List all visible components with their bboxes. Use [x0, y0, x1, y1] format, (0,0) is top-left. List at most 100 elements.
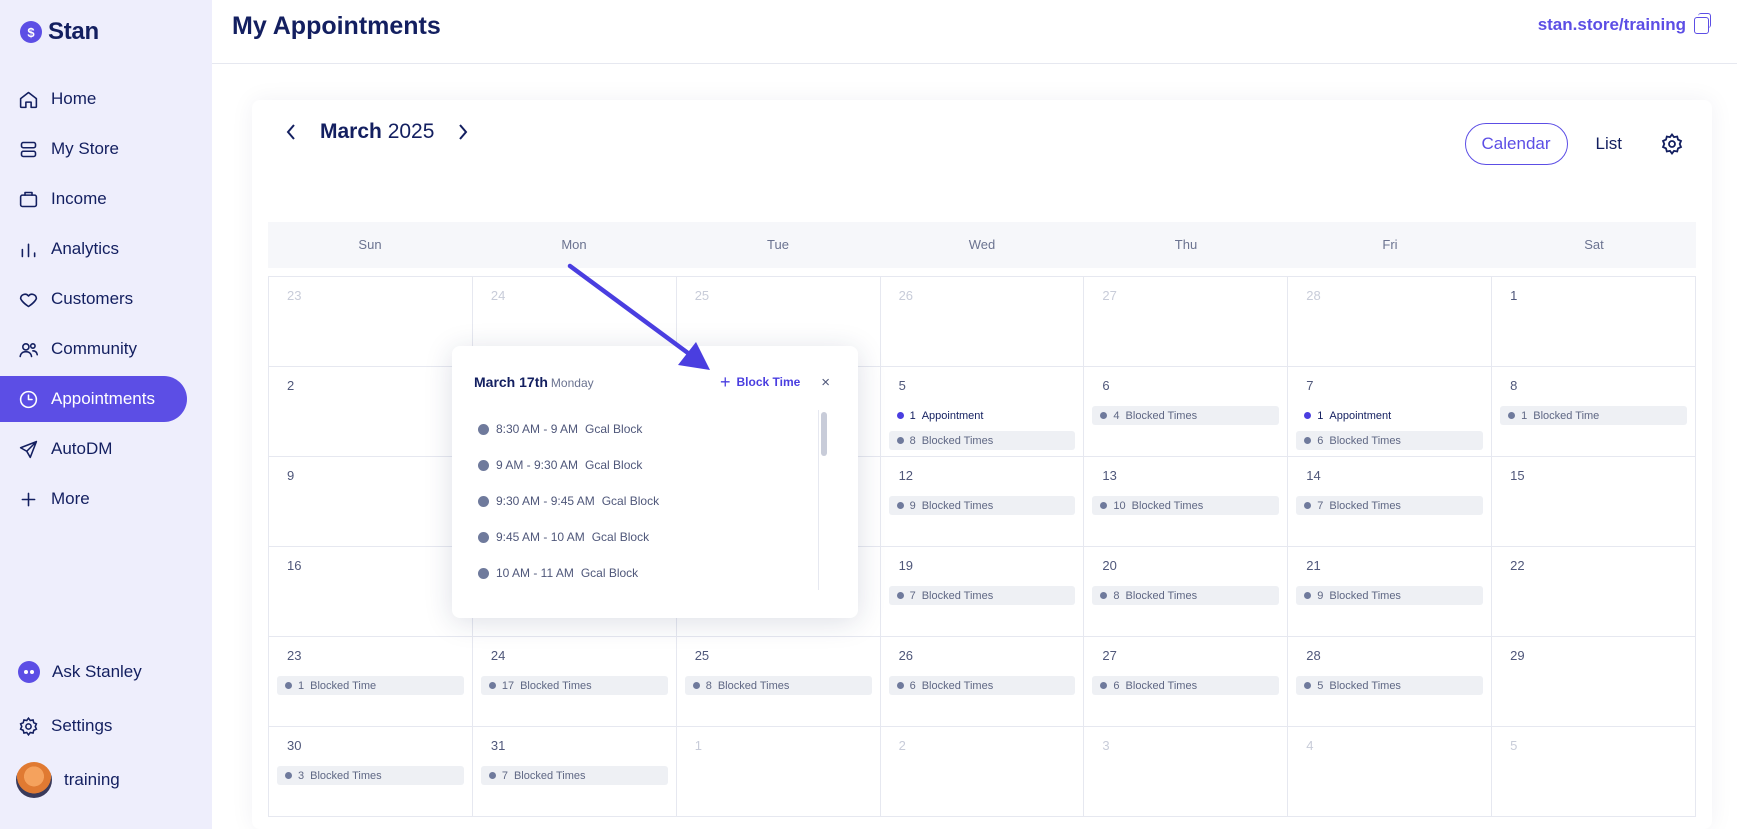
calendar-day-cell[interactable]: 14 7 Blocked Times: [1288, 457, 1493, 547]
settings-nav-item[interactable]: Settings: [0, 704, 212, 748]
sidebar-item-analytics[interactable]: Analytics: [0, 226, 212, 272]
blocked-times-chip[interactable]: 7 Blocked Times: [888, 586, 1076, 605]
status-dot: [896, 682, 904, 689]
blocked-slot-item[interactable]: 8:30 AM - 9 AM Gcal Block: [478, 411, 659, 447]
blocked-times-chip[interactable]: 6 Blocked Times: [1296, 431, 1484, 450]
calendar-settings-gear-icon[interactable]: [1660, 132, 1684, 156]
calendar-day-cell[interactable]: 24 17 Blocked Times: [472, 637, 677, 727]
calendar-day-cell[interactable]: 7 1 Appointment 6 Blocked Times: [1288, 367, 1493, 457]
blocked-times-chip[interactable]: 3 Blocked Times: [277, 766, 464, 785]
calendar-day-cell[interactable]: 21 9 Blocked Times: [1288, 547, 1493, 637]
calendar-day-cell[interactable]: 5: [1492, 727, 1696, 817]
calendar-day-cell[interactable]: 13 10 Blocked Times: [1084, 457, 1289, 547]
calendar-day-cell[interactable]: 27 6 Blocked Times: [1084, 637, 1289, 727]
sidebar-item-income[interactable]: Income: [0, 176, 212, 222]
blocked-times-chip[interactable]: 9 Blocked Times: [1296, 586, 1484, 605]
status-dot: [1304, 682, 1312, 689]
block-time-button[interactable]: + Block Time: [720, 373, 800, 391]
event-count: 7: [501, 769, 508, 782]
next-month-button[interactable]: [452, 121, 474, 143]
blocked-times-chip[interactable]: 6 Blocked Times: [888, 676, 1076, 695]
blocked-times-chip[interactable]: 1 Blocked Time: [277, 676, 464, 695]
blocked-times-chip[interactable]: 7 Blocked Times: [1296, 496, 1484, 515]
calendar-day-cell[interactable]: 31 7 Blocked Times: [472, 727, 677, 817]
calendar-day-cell[interactable]: 28: [1288, 277, 1493, 367]
blocked-times-chip[interactable]: 8 Blocked Times: [1092, 586, 1280, 605]
calendar-day-cell[interactable]: 27: [1084, 277, 1289, 367]
event-label: Blocked Times: [310, 769, 382, 782]
calendar-day-cell[interactable]: 8 1 Blocked Time: [1492, 367, 1696, 457]
blocked-times-chip[interactable]: 8 Blocked Times: [684, 676, 872, 695]
store-link[interactable]: stan.store/training: [1538, 12, 1711, 35]
blocked-times-chip[interactable]: 9 Blocked Times: [888, 496, 1076, 515]
calendar-day-cell[interactable]: 12 9 Blocked Times: [880, 457, 1085, 547]
calendar-day-cell[interactable]: 19 7 Blocked Times: [880, 547, 1085, 637]
calendar-day-cell[interactable]: 29: [1492, 637, 1696, 727]
calendar-day-cell[interactable]: 23 1 Blocked Time: [269, 637, 473, 727]
slot-time: 9 AM - 9:30 AM: [496, 458, 579, 472]
prev-month-button[interactable]: [280, 121, 302, 143]
sidebar-item-customers[interactable]: Customers: [0, 276, 212, 322]
blocked-slot-item[interactable]: 10 AM - 11 AM Gcal Block: [478, 555, 659, 591]
calendar-day-cell[interactable]: 9: [269, 457, 473, 547]
status-dot: [1304, 502, 1312, 509]
blocked-slot-item[interactable]: 9 AM - 9:30 AM Gcal Block: [478, 447, 659, 483]
blocked-times-chip[interactable]: 17 Blocked Times: [480, 676, 668, 695]
status-dot: [285, 682, 292, 689]
sidebar-item-my-store[interactable]: My Store: [0, 126, 212, 172]
day-number: 24: [490, 288, 506, 303]
calendar-day-cell[interactable]: 26: [880, 277, 1085, 367]
avatar: [16, 762, 52, 798]
sidebar-item-community[interactable]: Community: [0, 326, 212, 372]
brand[interactable]: $ Stan: [20, 18, 99, 46]
bar-chart-icon: [21, 242, 36, 257]
calendar-day-cell[interactable]: 23: [269, 277, 473, 367]
popover-title: March 17th Monday: [474, 374, 594, 390]
calendar-day-cell[interactable]: 2: [269, 367, 473, 457]
calendar-day-cell[interactable]: 3: [1084, 727, 1289, 817]
ask-stanley-button[interactable]: Ask Stanley: [0, 650, 212, 694]
blocked-times-chip[interactable]: 6 Blocked Times: [1092, 676, 1280, 695]
blocked-slot-item[interactable]: 9:30 AM - 9:45 AM Gcal Block: [478, 483, 659, 519]
copy-icon[interactable]: [1694, 12, 1711, 34]
calendar-day-cell[interactable]: 6 4 Blocked Times: [1084, 367, 1289, 457]
popover-scrollbar[interactable]: [818, 410, 828, 590]
sidebar-item-home[interactable]: Home: [0, 76, 212, 122]
calendar-day-cell[interactable]: 5 1 Appointment 8 Blocked Times: [880, 367, 1085, 457]
sidebar-item-autodm[interactable]: AutoDM: [0, 426, 212, 472]
list-view-button[interactable]: List: [1584, 134, 1634, 154]
calendar-day-cell[interactable]: 30 3 Blocked Times: [269, 727, 473, 817]
blocked-times-chip[interactable]: 1 Blocked Time: [1500, 406, 1687, 425]
calendar-day-cell[interactable]: 26 6 Blocked Times: [880, 637, 1085, 727]
wallet-icon: [19, 191, 38, 207]
calendar-day-cell[interactable]: 28 5 Blocked Times: [1288, 637, 1493, 727]
calendar-day-cell[interactable]: 1: [676, 727, 881, 817]
popover-scrollbar-thumb[interactable]: [821, 412, 827, 456]
calendar-day-cell[interactable]: 1: [1492, 277, 1696, 367]
calendar-day-cell[interactable]: 4: [1288, 727, 1493, 817]
sidebar-item-appointments[interactable]: Appointments: [0, 376, 187, 422]
blocked-times-chip[interactable]: 8 Blocked Times: [888, 431, 1076, 450]
blocked-slot-item[interactable]: 9:45 AM - 10 AM Gcal Block: [478, 519, 659, 555]
calendar-day-cell[interactable]: 15: [1492, 457, 1696, 547]
sidebar-item-label: More: [51, 489, 90, 508]
calendar-day-cell[interactable]: 25 8 Blocked Times: [676, 637, 881, 727]
status-dot: [896, 592, 904, 599]
event-count: 10: [1113, 499, 1126, 512]
calendar-day-cell[interactable]: 16: [269, 547, 473, 637]
appointment-chip[interactable]: 1 Appointment: [1296, 406, 1483, 425]
calendar-day-cell[interactable]: 20 8 Blocked Times: [1084, 547, 1289, 637]
blocked-times-chip[interactable]: 5 Blocked Times: [1296, 676, 1484, 695]
calendar-day-cell[interactable]: 2: [880, 727, 1085, 817]
appointment-chip[interactable]: 1 Appointment: [889, 406, 1076, 425]
calendar-view-button[interactable]: Calendar: [1464, 123, 1568, 165]
blocked-times-chip[interactable]: 10 Blocked Times: [1092, 496, 1280, 515]
user-profile[interactable]: training: [0, 758, 212, 802]
sidebar-item-more[interactable]: More: [0, 476, 212, 522]
calendar-day-cell[interactable]: 22: [1492, 547, 1696, 637]
day-number: 31: [490, 738, 506, 753]
blocked-times-chip[interactable]: 7 Blocked Times: [480, 766, 668, 785]
status-dot: [1100, 412, 1108, 419]
close-icon[interactable]: ×: [821, 374, 830, 391]
blocked-times-chip[interactable]: 4 Blocked Times: [1092, 406, 1280, 425]
